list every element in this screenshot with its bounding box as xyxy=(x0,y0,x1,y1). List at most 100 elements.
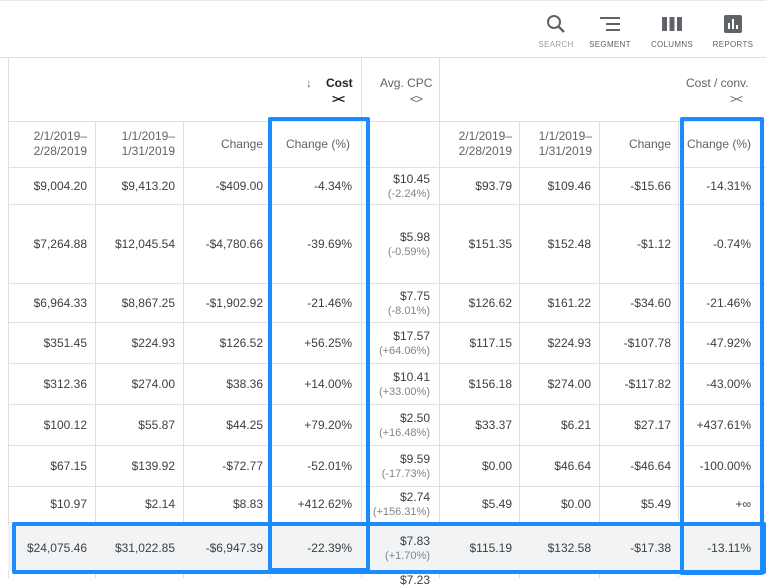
table-cell: $126.62 xyxy=(468,295,512,310)
col-divider xyxy=(519,121,520,578)
cost-period-a-header[interactable]: 2/1/2019– 2/28/2019 xyxy=(34,129,87,159)
subheader-divider xyxy=(8,167,766,168)
table-cell: $224.93 xyxy=(131,335,175,350)
avg-cpc-cell: $10.41 (+33.00%) xyxy=(379,370,430,399)
row-divider xyxy=(8,445,766,446)
reports-tool[interactable]: REPORTS xyxy=(705,13,761,49)
row-divider xyxy=(8,204,766,205)
sort-descending-icon[interactable]: ↓ xyxy=(306,76,312,90)
table-cell: $156.18 xyxy=(468,376,512,391)
columns-tool[interactable]: COLUMNS xyxy=(644,13,700,49)
avg-cpc-value: $17.57 xyxy=(393,328,430,343)
segment-icon xyxy=(582,13,638,35)
table-cell: $44.25 xyxy=(226,417,263,432)
cost-per-conv-header[interactable]: Cost / conv. xyxy=(686,76,748,90)
row-divider xyxy=(8,322,766,323)
table-cell: $351.45 xyxy=(43,335,87,350)
group-header-divider xyxy=(8,121,766,122)
row-divider xyxy=(8,363,766,364)
reports-icon xyxy=(705,13,761,35)
table-cell: $46.64 xyxy=(554,458,591,473)
table-cell: -$72.77 xyxy=(222,458,263,473)
cpconv-period-a-header[interactable]: 2/1/2019– 2/28/2019 xyxy=(459,129,512,159)
avg-cpc-value: $10.45 xyxy=(393,172,430,186)
segment-label: SEGMENT xyxy=(589,40,631,49)
table-cell: -$4,780.66 xyxy=(205,236,263,251)
avg-cpc-header[interactable]: Avg. CPC xyxy=(380,76,432,90)
avg-cpc-change: (-17.73%) xyxy=(381,467,430,480)
avg-cpc-expand-icon[interactable]: <> xyxy=(410,92,423,106)
avg-cpc-change: (-2.24%) xyxy=(387,188,430,200)
col-divider xyxy=(599,121,600,578)
table-cell: $139.92 xyxy=(131,458,175,473)
table-cell: $151.35 xyxy=(468,236,512,251)
avg-cpc-cell: $5.98 (-0.59%) xyxy=(388,230,430,259)
avg-cpc-value: $7.75 xyxy=(399,288,430,303)
cost-per-conv-expand-icon[interactable]: >< xyxy=(730,92,743,106)
table-cell: $5.49 xyxy=(481,497,512,511)
table-cell: -$1,902.92 xyxy=(205,295,263,310)
table-cell: $117.15 xyxy=(469,335,513,350)
table-cell: -$117.82 xyxy=(624,376,671,391)
cost-period-b-header[interactable]: 1/1/2019– 1/31/2019 xyxy=(122,129,175,159)
search-tool[interactable]: SEARCH xyxy=(528,13,584,49)
search-label: SEARCH xyxy=(538,40,574,49)
cost-change-pct-highlight xyxy=(268,117,370,572)
table-cell: $67.15 xyxy=(50,458,87,473)
table-cell: $0.00 xyxy=(560,497,591,511)
table-cell: $8,867.25 xyxy=(121,295,175,310)
avg-cpc-value: $2.74 xyxy=(399,490,430,504)
avg-cpc-value: $5.98 xyxy=(399,229,430,244)
cost-expand-icon[interactable]: >< xyxy=(332,92,345,106)
table-cell: $38.36 xyxy=(226,376,263,391)
table-cell: $12,045.54 xyxy=(114,236,175,251)
cpconv-period-b-header[interactable]: 1/1/2019– 1/31/2019 xyxy=(539,129,592,159)
table-cell: $2.14 xyxy=(144,497,175,511)
avg-cpc-cell: $2.74 (+156.31%) xyxy=(373,490,430,519)
table-cell: -$107.78 xyxy=(623,335,671,350)
avg-cpc-change: (+64.06%) xyxy=(378,344,430,357)
table-cell: $6,964.33 xyxy=(33,295,87,310)
table-cell: -$409.00 xyxy=(215,179,263,193)
table-cell: $33.37 xyxy=(475,417,512,432)
segment-tool[interactable]: SEGMENT xyxy=(582,13,638,49)
avg-cpc-change: (+33.00%) xyxy=(378,385,430,398)
row-divider xyxy=(8,486,766,487)
table-cell: $224.93 xyxy=(547,335,591,350)
totals-row-highlight xyxy=(12,522,766,574)
cost-header[interactable]: Cost xyxy=(326,76,353,90)
avg-cpc-change: (-8.01%) xyxy=(387,304,430,317)
table-cell: $27.17 xyxy=(634,417,671,432)
avg-cpc-cell: $17.57 (+64.06%) xyxy=(379,329,430,358)
cpconv-change-pct-highlight xyxy=(680,117,764,575)
table-cell: $161.22 xyxy=(547,295,591,310)
table-cell: -$34.60 xyxy=(630,295,671,310)
table-cell: $152.48 xyxy=(547,236,591,251)
avg-cpc-value: $10.41 xyxy=(393,369,430,384)
cpconv-change-header[interactable]: Change xyxy=(629,137,671,152)
col-divider xyxy=(183,121,184,578)
table-cell: $6.21 xyxy=(560,417,591,432)
avg-cpc-cell: $9.59 (-17.73%) xyxy=(382,452,430,481)
table-cell: $55.87 xyxy=(138,417,175,432)
table-cell: $9,004.20 xyxy=(33,179,87,193)
table-cell: $7,264.88 xyxy=(33,236,87,251)
col-divider xyxy=(678,121,679,578)
col-divider xyxy=(95,121,96,578)
table-cell: $0.00 xyxy=(481,458,512,473)
table-cell: -$15.66 xyxy=(630,179,671,193)
table-left-border xyxy=(8,58,9,578)
table-cell: $8.83 xyxy=(232,497,263,511)
avg-cpc-change: (-0.59%) xyxy=(387,245,430,258)
table-cell: $93.79 xyxy=(475,179,512,193)
columns-label: COLUMNS xyxy=(650,40,694,49)
table-cell: $9,413.20 xyxy=(121,179,175,193)
avg-cpc-change: (+156.31%) xyxy=(372,506,430,518)
table-cell: $10.97 xyxy=(50,497,87,511)
table-cell: $126.52 xyxy=(219,335,263,350)
table-cell: -$1.12 xyxy=(636,236,671,251)
toolbar: SEARCH SEGMENT COLUMNS REPORTS xyxy=(0,0,766,58)
cost-change-header[interactable]: Change xyxy=(221,137,263,152)
partial-row-cpc: $7.23 xyxy=(399,573,430,587)
avg-cpc-cell: $10.45 (-2.24%) xyxy=(388,172,430,201)
